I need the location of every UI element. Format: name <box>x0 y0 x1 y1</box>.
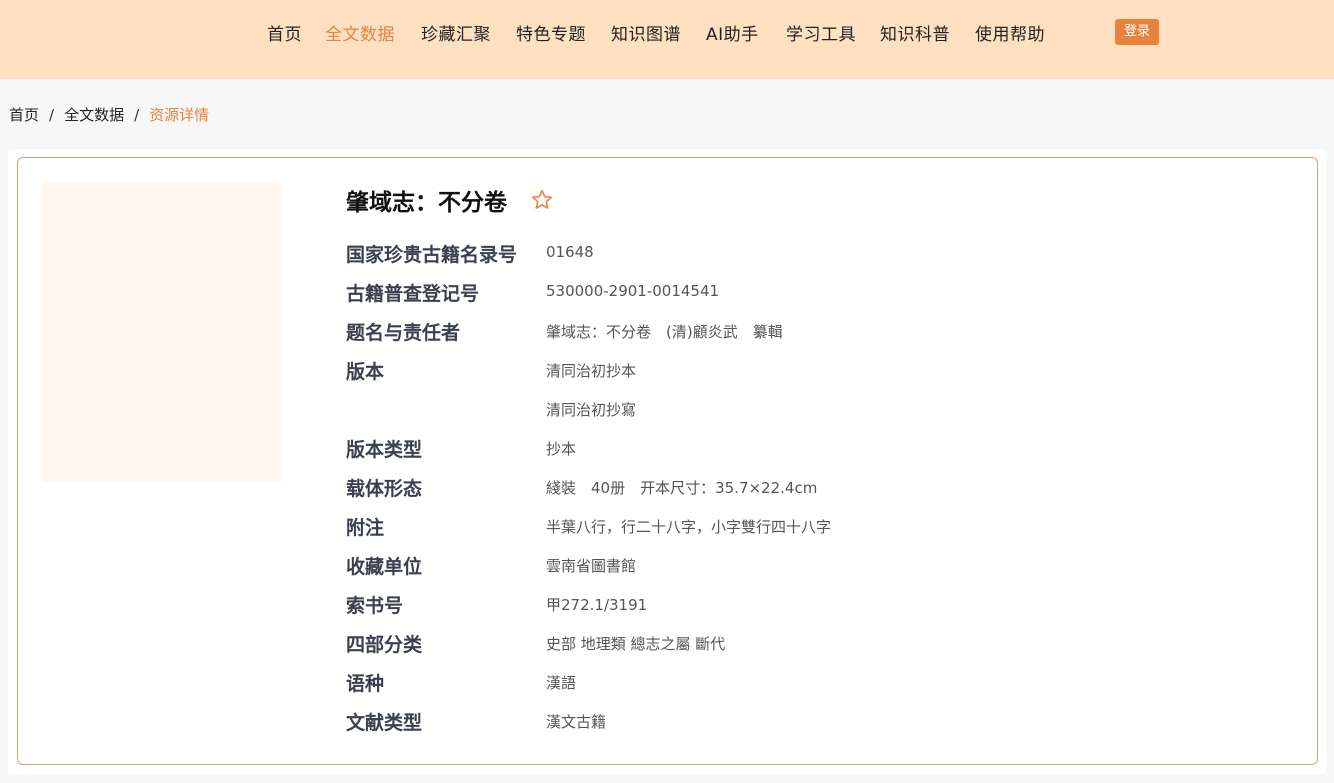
breadcrumb-fulltext[interactable]: 全文数据 <box>64 106 124 124</box>
field-value-notes: 半葉八行，行二十八字，小字雙行四十八字 <box>546 518 832 536</box>
field-label-national-rare-no: 国家珍贵古籍名录号 <box>346 244 518 266</box>
field-value-edition-type: 抄本 <box>546 440 577 458</box>
nav-item-topics[interactable]: 特色专题 <box>516 20 586 45</box>
field-label-call-number: 索书号 <box>346 595 404 617</box>
breadcrumb-home[interactable]: 首页 <box>9 106 39 124</box>
field-label-edition-type: 版本类型 <box>346 439 423 461</box>
nav-item-collection[interactable]: 珍藏汇聚 <box>421 20 491 45</box>
field-label-four-division-class: 四部分类 <box>346 634 423 656</box>
field-label-edition: 版本 <box>346 361 385 383</box>
field-label-language: 语种 <box>346 673 385 695</box>
field-value-four-division-class: 史部 地理類 總志之屬 斷代 <box>546 635 726 653</box>
field-value-title-responsibility: 肇域志：不分卷 (清)顧炎武 纂輯 <box>546 323 783 341</box>
field-label-notes: 附注 <box>346 517 385 539</box>
star-outline-icon[interactable] <box>530 188 554 212</box>
nav-item-home[interactable]: 首页 <box>267 20 302 45</box>
nav-item-help[interactable]: 使用帮助 <box>975 20 1045 45</box>
nav-item-study-tools[interactable]: 学习工具 <box>786 20 856 45</box>
field-label-physical-form: 载体形态 <box>346 478 423 500</box>
field-value-edition-alt: 清同治初抄寫 <box>546 401 637 419</box>
field-value-census-reg-no: 530000-2901-0014541 <box>546 282 720 300</box>
field-value-physical-form: 綫裝 40册 开本尺寸：35.7×22.4cm <box>546 479 818 497</box>
field-label-title-responsibility: 题名与责任者 <box>346 322 461 344</box>
field-value-document-type: 漢文古籍 <box>546 713 607 731</box>
field-label-holding-institution: 收藏单位 <box>346 556 423 578</box>
book-title: 肇域志：不分卷 <box>346 190 507 216</box>
field-value-edition: 清同治初抄本 <box>546 362 637 380</box>
nav-item-knowledge-graph[interactable]: 知识图谱 <box>611 20 681 45</box>
top-header: 首页 全文数据 珍藏汇聚 特色专题 知识图谱 AI助手 学习工具 知识科普 使用… <box>0 0 1334 79</box>
nav-item-knowledge-science[interactable]: 知识科普 <box>880 20 950 45</box>
book-cover-image <box>42 182 282 482</box>
field-value-call-number: 甲272.1/3191 <box>546 596 648 614</box>
field-label-census-reg-no: 古籍普查登记号 <box>346 283 480 305</box>
field-label-document-type: 文献类型 <box>346 712 423 734</box>
breadcrumb: 首页 / 全文数据 / 资源详情 <box>9 104 209 125</box>
breadcrumb-current: 资源详情 <box>149 106 210 124</box>
breadcrumb-separator: / <box>134 106 140 124</box>
field-value-national-rare-no: 01648 <box>546 243 594 261</box>
breadcrumb-separator: / <box>49 106 55 124</box>
field-value-language: 漢語 <box>546 674 577 692</box>
nav-item-fulltext[interactable]: 全文数据 <box>325 20 395 45</box>
nav-item-ai-assistant[interactable]: AI助手 <box>706 20 759 45</box>
field-value-holding-institution: 雲南省圖書館 <box>546 557 637 575</box>
login-button[interactable]: 登录 <box>1115 19 1159 45</box>
title-row: 肇域志：不分卷 <box>346 183 554 216</box>
